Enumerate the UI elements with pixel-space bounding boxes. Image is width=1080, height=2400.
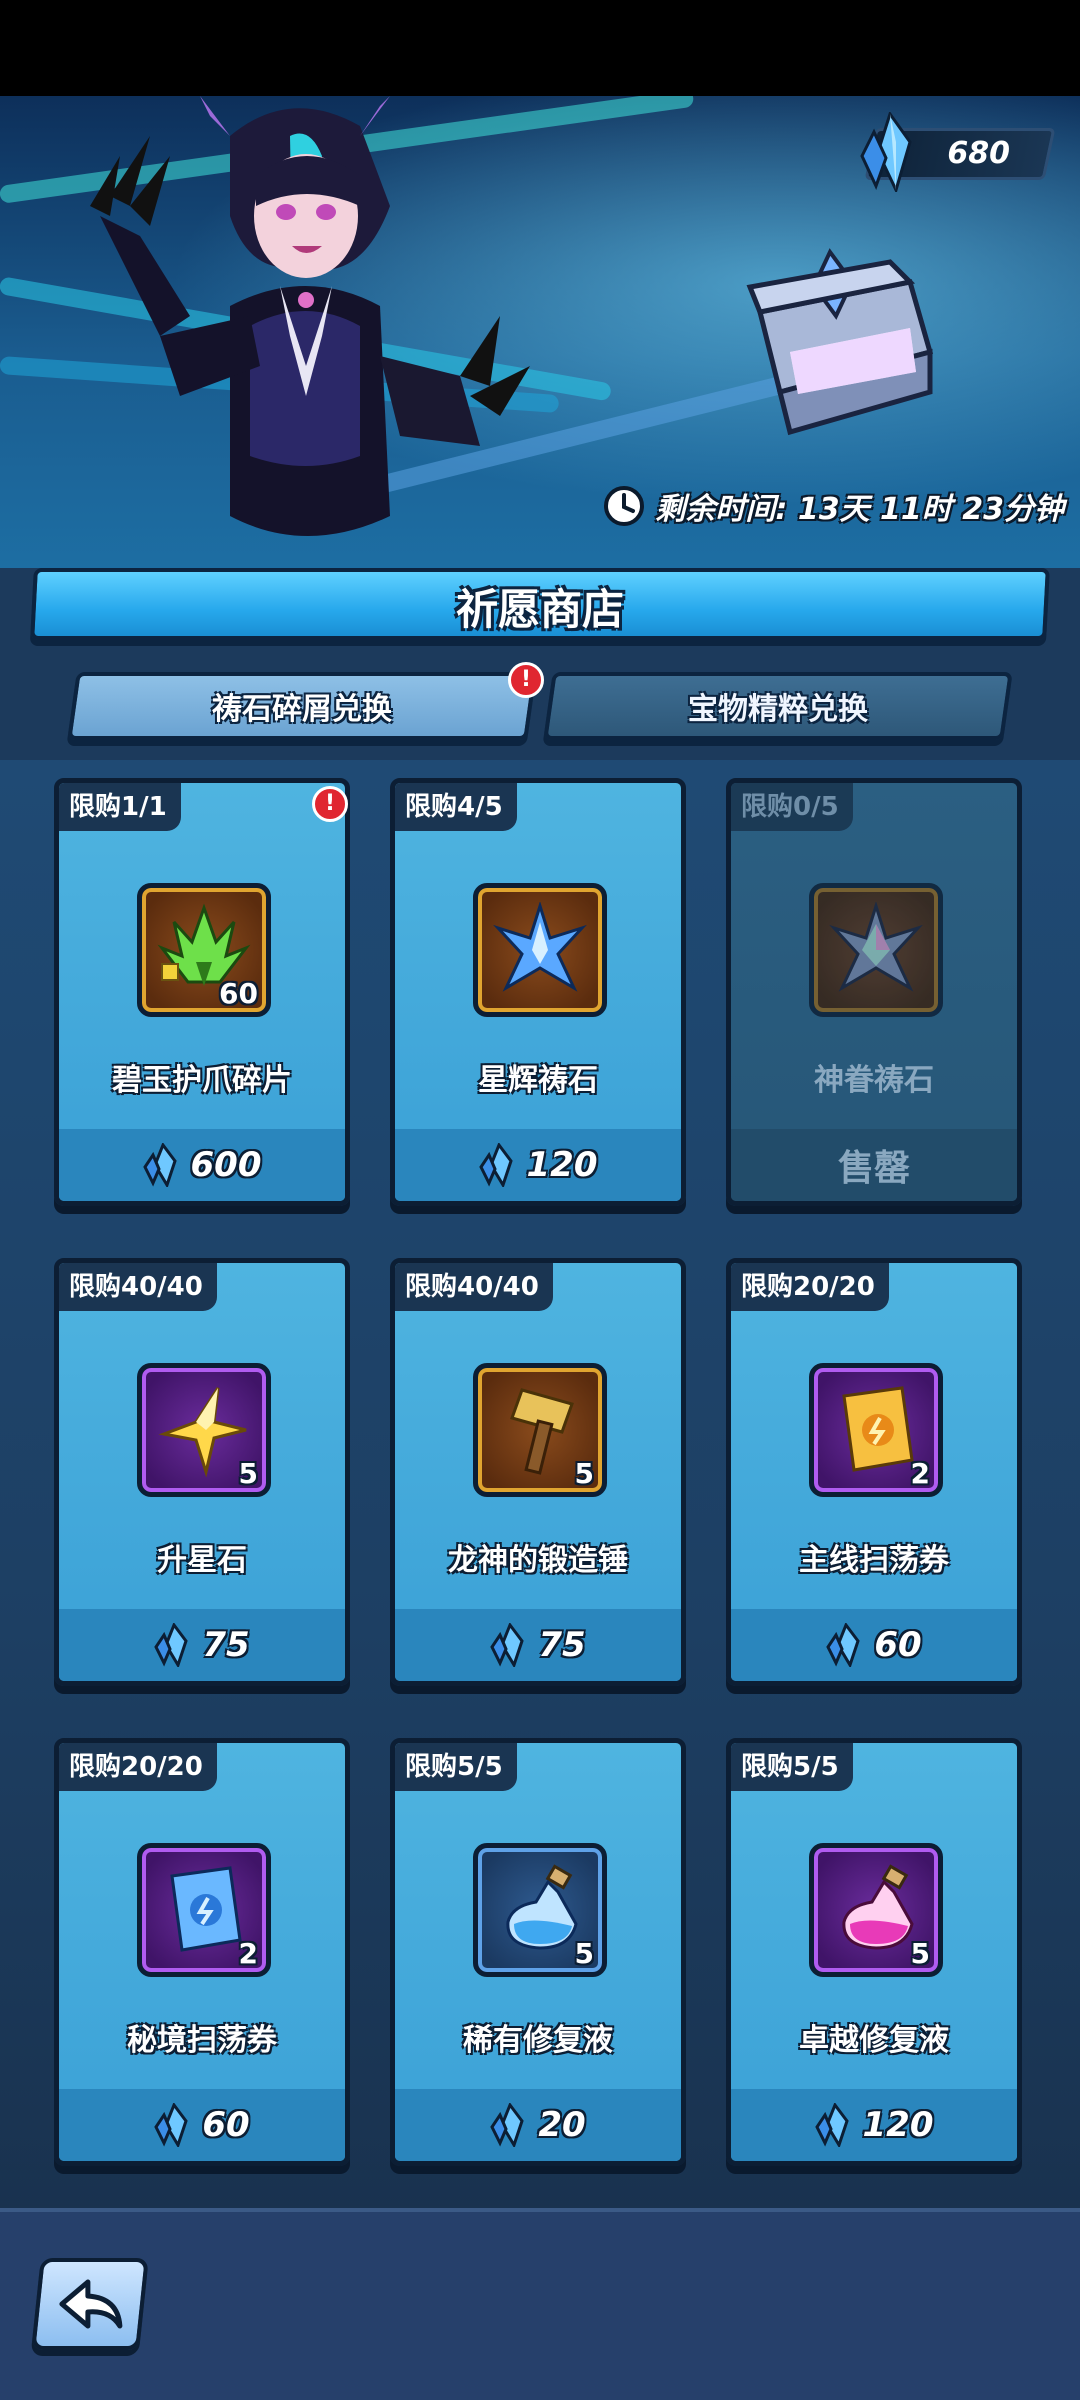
crystal-icon xyxy=(814,2103,849,2147)
item-name: 星辉祷石 xyxy=(478,1063,598,1098)
crystal-icon xyxy=(142,1143,177,1187)
clock-icon xyxy=(604,486,645,526)
remaining-time: 剩余时间: 13天 11时 23分钟 xyxy=(603,484,1064,528)
crystal-icon xyxy=(490,1623,524,1667)
shop-item-card[interactable]: 限购40/40 5 升星石 75 xyxy=(54,1258,350,1686)
shop-item-card[interactable]: 限购5/5 5 稀有修复液 20 xyxy=(390,1738,686,2166)
item-name: 神眷祷石 xyxy=(814,1063,934,1098)
divine-prayer-stone-icon xyxy=(829,902,923,992)
shop-item-card[interactable]: 限购20/20 2 秘境扫荡券 60 xyxy=(54,1738,350,2166)
item-price: 20 xyxy=(538,2105,586,2145)
purchase-limit: 限购40/40 xyxy=(59,1263,217,1311)
tab-treasure-essence-exchange-label: 宝物精粹兑换 xyxy=(688,692,868,727)
item-name: 升星石 xyxy=(157,1543,247,1578)
item-icon-frame: 5 xyxy=(473,1363,607,1497)
price-button[interactable]: 75 xyxy=(395,1609,681,1681)
back-arrow-icon xyxy=(59,2279,123,2329)
item-name: 秘境扫荡券 xyxy=(127,2023,277,2058)
item-icon-frame: 60 xyxy=(137,883,271,1017)
shop-item-card[interactable]: 限购40/40 5 龙神的锻造锤 75 xyxy=(390,1258,686,1686)
item-price: 120 xyxy=(526,1145,598,1185)
shop-item-card[interactable]: 限购20/20 2 主线扫荡券 60 xyxy=(726,1258,1022,1686)
hero-character-illustration xyxy=(90,96,530,536)
item-price: 75 xyxy=(538,1625,586,1665)
shop-item-card[interactable]: 限购5/5 5 卓越修复液 120 xyxy=(726,1738,1022,2166)
treasure-chest-image xyxy=(746,248,934,436)
item-icon-frame: 2 xyxy=(809,1363,943,1497)
item-icon-frame: 5 xyxy=(809,1843,943,1977)
shop-item-card[interactable]: 限购4/5 星辉祷石 120 xyxy=(390,778,686,1206)
price-button[interactable]: 120 xyxy=(395,1129,681,1201)
item-name: 龙神的锻造锤 xyxy=(448,1543,628,1578)
purchase-limit: 限购40/40 xyxy=(395,1263,553,1311)
item-price: 120 xyxy=(862,2105,934,2145)
sold-out-label: 售罄 xyxy=(837,1148,910,1189)
status-bar xyxy=(0,0,1080,96)
price-button[interactable]: 20 xyxy=(395,2089,681,2161)
crystal-icon xyxy=(826,1623,860,1667)
item-price: 600 xyxy=(190,1145,262,1185)
item-icon-frame xyxy=(809,883,943,1017)
shop-item-card[interactable]: 限购0/5 神眷祷石 售罄 xyxy=(726,778,1022,1206)
tab-alert-badge: ! xyxy=(508,662,544,698)
item-icon-frame: 5 xyxy=(473,1843,607,1977)
shop-title: 祈愿商店 xyxy=(455,585,624,634)
item-quantity: 5 xyxy=(910,1937,930,1970)
price-button[interactable]: 75 xyxy=(59,1609,345,1681)
currency-amount: 680 xyxy=(947,136,1010,171)
purchase-limit: 限购5/5 xyxy=(395,1743,517,1791)
item-quantity: 2 xyxy=(238,1937,258,1970)
price-button[interactable]: 60 xyxy=(731,1609,1017,1681)
item-name: 碧玉护爪碎片 xyxy=(112,1063,292,1098)
item-quantity: 5 xyxy=(574,1457,594,1490)
purchase-limit: 限购20/20 xyxy=(731,1263,889,1311)
purchase-limit: 限购20/20 xyxy=(59,1743,217,1791)
item-price: 75 xyxy=(202,1625,250,1665)
shop-banner: 680 剩余时间: 13天 11时 23分钟 xyxy=(0,96,1080,568)
item-alert-badge: ! xyxy=(312,786,348,822)
item-quantity: 5 xyxy=(238,1457,258,1490)
purchase-limit: 限购1/1 xyxy=(59,783,181,831)
price-button[interactable]: 120 xyxy=(731,2089,1017,2161)
remaining-time-text: 剩余时间: 13天 11时 23分钟 xyxy=(655,492,1064,527)
item-name: 主线扫荡券 xyxy=(799,1543,949,1578)
purchase-limit: 限购0/5 xyxy=(731,783,853,831)
item-icon-frame: 2 xyxy=(137,1843,271,1977)
shop-item-card[interactable]: 限购1/1 60 碧玉护爪碎片 600 xyxy=(54,778,350,1206)
price-button[interactable]: 600 xyxy=(59,1129,345,1201)
item-icon-frame xyxy=(473,883,607,1017)
item-price: 60 xyxy=(202,2105,250,2145)
crystal-icon xyxy=(154,1623,188,1667)
bottom-nav-bar xyxy=(0,2208,1080,2400)
crystal-icon xyxy=(154,2103,188,2147)
starlight-prayer-stone-icon xyxy=(493,902,587,992)
item-quantity: 5 xyxy=(574,1937,594,1970)
crystal-icon xyxy=(478,1143,513,1187)
crystal-icon xyxy=(860,112,912,192)
item-name: 稀有修复液 xyxy=(463,2023,613,2058)
item-name: 卓越修复液 xyxy=(799,2023,949,2058)
crystal-icon xyxy=(490,2103,524,2147)
item-quantity: 2 xyxy=(910,1457,930,1490)
back-button[interactable] xyxy=(31,2258,149,2350)
item-price: 60 xyxy=(874,1625,922,1665)
purchase-limit: 限购5/5 xyxy=(731,1743,853,1791)
item-quantity: 60 xyxy=(219,977,258,1010)
sold-out-bar: 售罄 xyxy=(731,1129,1017,1201)
tab-prayer-stone-exchange-label: 祷石碎屑兑换 xyxy=(212,692,392,727)
purchase-limit: 限购4/5 xyxy=(395,783,517,831)
item-icon-frame: 5 xyxy=(137,1363,271,1497)
price-button[interactable]: 60 xyxy=(59,2089,345,2161)
